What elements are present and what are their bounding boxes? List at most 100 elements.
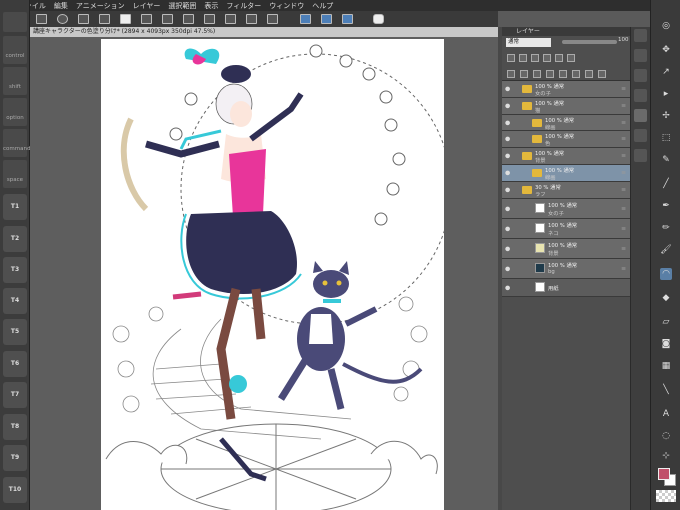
alt-key-button[interactable] [3, 12, 27, 32]
reference-icon[interactable] [519, 54, 527, 62]
visibility-eye-icon[interactable]: ● [505, 205, 510, 212]
visibility-eye-icon[interactable]: ● [505, 284, 510, 291]
lock-icon[interactable] [531, 54, 539, 62]
text-icon[interactable]: A [660, 408, 672, 420]
command-key-button[interactable]: command [3, 129, 30, 157]
menu-window[interactable]: ウィンドウ [269, 1, 304, 11]
menu-filter[interactable]: フィルター [226, 1, 261, 11]
lock-transparency-icon[interactable] [543, 54, 551, 62]
layer-panel-icon[interactable] [634, 109, 647, 122]
eraser-icon[interactable]: ▱ [660, 316, 672, 328]
layer-row[interactable]: ● 100 % 通常 女の子 ≡ [502, 81, 630, 98]
undo-icon[interactable] [141, 14, 152, 24]
tab-t9[interactable]: T9 [3, 445, 27, 471]
save-icon[interactable] [120, 14, 131, 24]
tab-t10[interactable]: T10 [3, 477, 27, 503]
visibility-eye-icon[interactable]: ● [505, 86, 510, 93]
panel-menu-icon[interactable] [634, 29, 647, 42]
fill-icon[interactable] [204, 14, 215, 24]
eyedropper-icon[interactable]: ╱ [660, 178, 672, 190]
clear-icon[interactable] [183, 14, 194, 24]
opacity-slider[interactable] [562, 40, 617, 44]
blend-mode-select[interactable]: 通常 [506, 38, 551, 47]
brush-icon[interactable]: 🖌 [660, 244, 672, 256]
new-raster-layer-icon[interactable] [507, 69, 515, 78]
mask-icon[interactable] [555, 54, 563, 62]
layer-color-icon[interactable] [567, 54, 575, 62]
drag-handle-icon[interactable]: ≡ [621, 103, 626, 110]
space-key-button[interactable]: space [3, 160, 27, 188]
new-vector-layer-icon[interactable] [520, 69, 528, 78]
tab-t7[interactable]: T7 [3, 382, 27, 408]
tab-t8[interactable]: T8 [3, 414, 27, 440]
drag-handle-icon[interactable]: ≡ [621, 187, 626, 194]
tab-t4[interactable]: T4 [3, 288, 27, 314]
move-icon[interactable]: ✥ [660, 44, 672, 56]
visibility-eye-icon[interactable]: ● [505, 187, 510, 194]
visibility-eye-icon[interactable]: ● [505, 153, 510, 160]
pen-icon[interactable]: ✒ [660, 200, 672, 212]
layer-row[interactable]: ● 100 % 通常 色 ≡ [502, 131, 630, 148]
new-mask-icon[interactable] [572, 69, 580, 78]
tab-t6[interactable]: T6 [3, 351, 27, 377]
delete-layer-icon[interactable] [598, 69, 606, 78]
visibility-eye-icon[interactable]: ● [505, 265, 510, 272]
gradient-icon[interactable]: ▦ [660, 360, 672, 372]
layer-row[interactable]: ● 100 % 通常 背景 ≡ [502, 239, 630, 259]
tab-t1[interactable]: T1 [3, 194, 27, 220]
snap-ruler-icon[interactable] [300, 14, 311, 24]
drag-handle-icon[interactable]: ≡ [621, 205, 626, 212]
balloon-icon[interactable]: ◌ [660, 430, 672, 442]
snap-special-ruler-icon[interactable] [321, 14, 332, 24]
correct-line-icon[interactable]: ⊹ [660, 450, 672, 462]
zoom-icon[interactable]: ◎ [660, 20, 672, 32]
color-set-icon[interactable] [634, 129, 647, 142]
drag-handle-icon[interactable]: ≡ [621, 265, 626, 272]
drag-handle-icon[interactable]: ≡ [621, 86, 626, 93]
menu-view[interactable]: 表示 [204, 1, 218, 11]
visibility-eye-icon[interactable]: ● [505, 103, 510, 110]
transparent-color-swatch[interactable] [656, 490, 676, 502]
auto-select-icon[interactable]: ✎ [660, 154, 672, 166]
visibility-eye-icon[interactable]: ● [505, 225, 510, 232]
layer-row-selected[interactable]: ● 100 % 通常 線画 ≡ [502, 165, 630, 182]
selection-tool-icon[interactable] [36, 14, 47, 24]
airbrush-icon[interactable]: ◠ [660, 268, 672, 280]
control-key-button[interactable]: control [3, 36, 27, 64]
help-icon[interactable] [373, 14, 384, 24]
invert-selection-icon[interactable] [267, 14, 278, 24]
figure-icon[interactable]: ╲ [660, 384, 672, 396]
layer-search-icon[interactable] [634, 89, 647, 102]
move-layer-icon[interactable]: ✢ [660, 110, 672, 122]
decoration-icon[interactable]: ◆ [660, 292, 672, 304]
option-key-button[interactable]: option [3, 98, 27, 126]
visibility-eye-icon[interactable]: ● [505, 136, 510, 143]
tab-t5[interactable]: T5 [3, 319, 27, 345]
layer-panel-title[interactable]: レイヤー [502, 27, 630, 36]
rotate-icon[interactable]: ↗ [660, 66, 672, 78]
shift-key-button[interactable]: shift [3, 67, 27, 95]
layer-property-icon[interactable] [634, 69, 647, 82]
layer-row[interactable]: ● 100 % 通常 ネコ ≡ [502, 219, 630, 239]
layer-row[interactable]: ● 100 % 通常 bg ≡ [502, 259, 630, 279]
operation-icon[interactable]: ▸ [660, 88, 672, 100]
open-file-icon[interactable] [99, 14, 110, 24]
transfer-down-icon[interactable] [546, 69, 554, 78]
drag-handle-icon[interactable]: ≡ [621, 225, 626, 232]
merge-down-icon[interactable] [559, 69, 567, 78]
transform-icon[interactable] [225, 14, 236, 24]
drag-handle-icon[interactable]: ≡ [621, 153, 626, 160]
tab-t3[interactable]: T3 [3, 257, 27, 283]
layer-row[interactable]: ● 100 % 通常 線画 ≡ [502, 115, 630, 131]
navigator-icon[interactable] [634, 49, 647, 62]
menu-edit[interactable]: 編集 [54, 1, 68, 11]
material-icon[interactable] [634, 149, 647, 162]
menu-selection[interactable]: 選択範囲 [168, 1, 196, 11]
menu-animation[interactable]: アニメーション [76, 1, 125, 11]
deselect-icon[interactable] [246, 14, 257, 24]
menu-layer[interactable]: レイヤー [133, 1, 161, 11]
visibility-eye-icon[interactable]: ● [505, 119, 510, 126]
drag-handle-icon[interactable]: ≡ [621, 136, 626, 143]
main-color-swatch[interactable] [658, 468, 670, 480]
layer-row[interactable]: ● 30 % 通常 ラフ ≡ [502, 182, 630, 199]
